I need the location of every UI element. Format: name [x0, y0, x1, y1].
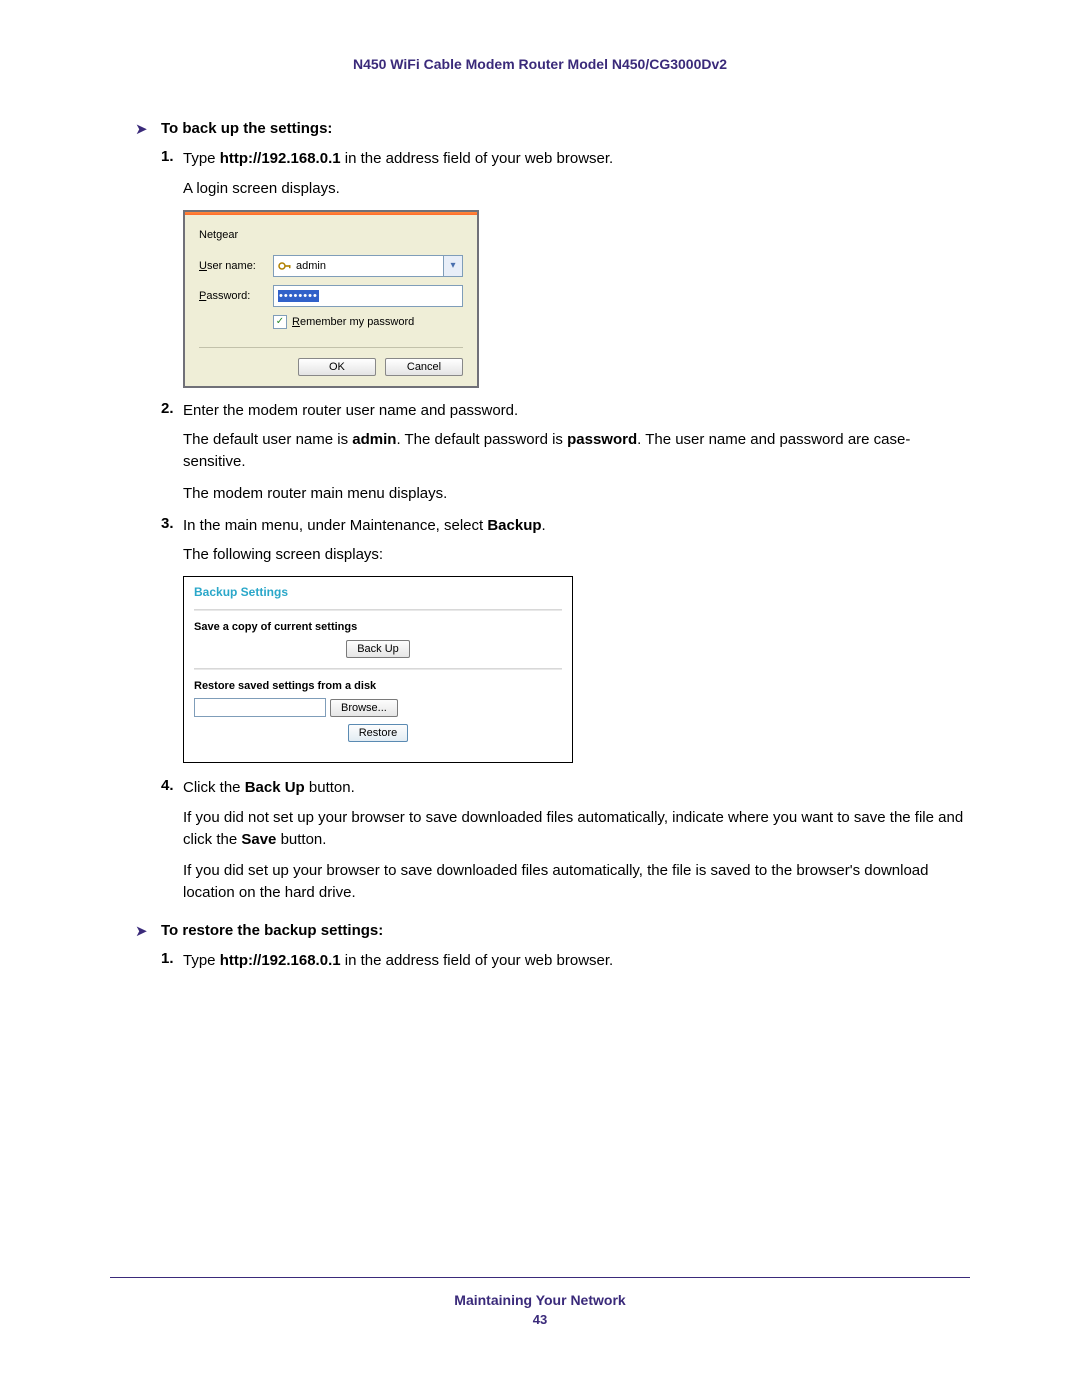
step-text: In the main menu, under Maintenance, sel…: [183, 515, 970, 537]
restore-label: Restore saved settings from a disk: [194, 680, 562, 692]
step-paragraph: The modem router main menu displays.: [183, 483, 970, 505]
step-number: 1.: [161, 950, 183, 972]
footer-section-title: Maintaining Your Network: [110, 1292, 970, 1308]
step-paragraph: If you did set up your browser to save d…: [183, 860, 970, 904]
login-dialog-screenshot: Netgear User name: admin ▾ Password: •••…: [183, 210, 479, 388]
step-number: 4.: [161, 777, 183, 799]
footer-page-number: 43: [110, 1312, 970, 1327]
step-paragraph: If you did not set up your browser to sa…: [183, 807, 970, 851]
password-input[interactable]: ••••••••: [273, 285, 463, 307]
step-number: 1.: [161, 148, 183, 170]
step-text: Type http://192.168.0.1 in the address f…: [183, 148, 970, 170]
step-text: Click the Back Up button.: [183, 777, 970, 799]
step-text: Type http://192.168.0.1 in the address f…: [183, 950, 970, 972]
backup-settings-screenshot: Backup Settings Save a copy of current s…: [183, 576, 573, 763]
ok-button[interactable]: OK: [298, 358, 376, 376]
step-paragraph: The default user name is admin. The defa…: [183, 429, 970, 473]
restore-button[interactable]: Restore: [348, 724, 409, 742]
step-subtext: A login screen displays.: [183, 178, 970, 200]
login-site-label: Netgear: [199, 229, 463, 241]
password-label: Password:: [199, 290, 273, 302]
remember-checkbox[interactable]: ✓: [273, 315, 287, 329]
section-heading-backup: To back up the settings:: [161, 120, 332, 138]
chevron-down-icon[interactable]: ▾: [443, 256, 462, 276]
remember-label: Remember my password: [292, 316, 414, 328]
step-text: Enter the modem router user name and pas…: [183, 400, 970, 422]
browse-button[interactable]: Browse...: [330, 699, 398, 717]
cancel-button[interactable]: Cancel: [385, 358, 463, 376]
step-subtext: The following screen displays:: [183, 544, 970, 566]
file-path-input[interactable]: [194, 698, 326, 717]
save-copy-label: Save a copy of current settings: [194, 621, 562, 633]
chevron-right-icon: ➤: [135, 922, 161, 940]
username-value: admin: [296, 260, 326, 272]
backup-panel-title: Backup Settings: [194, 585, 562, 599]
key-icon: [278, 259, 292, 273]
backup-button[interactable]: Back Up: [346, 640, 410, 658]
username-label: User name:: [199, 260, 273, 272]
section-heading-restore: To restore the backup settings:: [161, 922, 383, 940]
chevron-right-icon: ➤: [135, 120, 161, 138]
step-number: 3.: [161, 515, 183, 537]
step-number: 2.: [161, 400, 183, 422]
page-header: N450 WiFi Cable Modem Router Model N450/…: [110, 56, 970, 72]
page-footer: Maintaining Your Network 43: [110, 1277, 970, 1327]
username-combobox[interactable]: admin ▾: [273, 255, 463, 277]
